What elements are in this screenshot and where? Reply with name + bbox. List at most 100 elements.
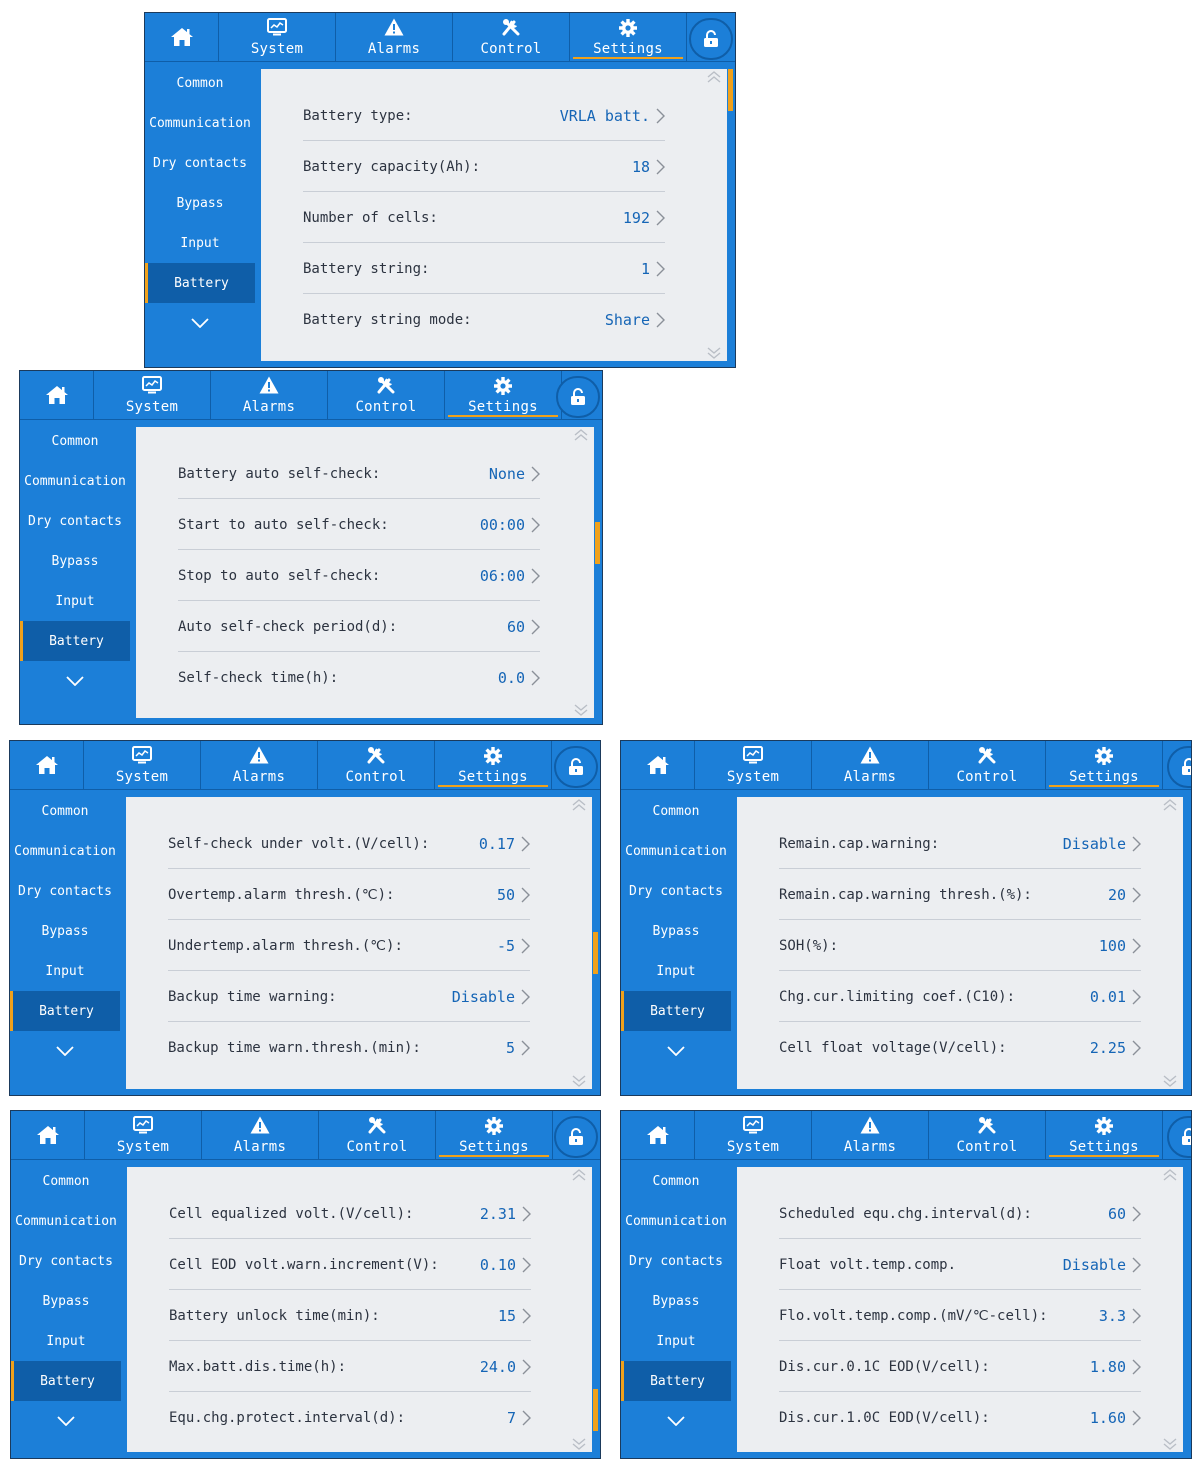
sidebar-item-common[interactable]: Common	[11, 1161, 121, 1201]
home-button[interactable]	[11, 1111, 85, 1159]
tab-settings[interactable]: Settings	[435, 741, 552, 789]
tab-system[interactable]: System	[695, 741, 812, 789]
tab-settings[interactable]: Settings	[1046, 1111, 1163, 1159]
settings-row[interactable]: Auto self-check period(d): 60	[178, 602, 540, 652]
settings-row[interactable]: Float volt.temp.comp. Disable	[779, 1240, 1141, 1290]
sidebar-item-bypass[interactable]: Bypass	[20, 541, 130, 581]
tab-control[interactable]: Control	[318, 741, 435, 789]
scrollbar-thumb[interactable]	[593, 1389, 598, 1431]
sidebar-item-common[interactable]: Common	[10, 791, 120, 831]
sidebar-item-bypass[interactable]: Bypass	[10, 911, 120, 951]
sidebar-item-common[interactable]: Common	[621, 791, 731, 831]
sidebar-item-dry-contacts[interactable]: Dry contacts	[20, 501, 130, 541]
double-chevron-down-icon[interactable]	[572, 1075, 586, 1087]
tab-system[interactable]: System	[94, 371, 211, 419]
settings-row[interactable]: Flo.volt.temp.comp.(mV/℃-cell): 3.3	[779, 1291, 1141, 1341]
sidebar-item-battery[interactable]: Battery	[20, 621, 130, 661]
sidebar-item-communication[interactable]: Communication	[10, 831, 120, 871]
double-chevron-down-icon[interactable]	[572, 1438, 586, 1450]
sidebar-item-dry-contacts[interactable]: Dry contacts	[145, 143, 255, 183]
tab-system[interactable]: System	[85, 1111, 202, 1159]
sidebar-scroll-down-button[interactable]	[20, 661, 130, 701]
tab-alarms[interactable]: Alarms	[812, 741, 929, 789]
sidebar-item-common[interactable]: Common	[145, 63, 255, 103]
settings-row[interactable]: Self-check time(h): 0.0	[178, 653, 540, 703]
settings-row[interactable]: Battery capacity(Ah): 18	[303, 142, 665, 192]
sidebar-item-input[interactable]: Input	[10, 951, 120, 991]
sidebar-item-dry-contacts[interactable]: Dry contacts	[621, 871, 731, 911]
lock-button[interactable]	[554, 1116, 598, 1158]
sidebar-item-bypass[interactable]: Bypass	[145, 183, 255, 223]
sidebar-item-battery[interactable]: Battery	[145, 263, 255, 303]
settings-row[interactable]: Battery string: 1	[303, 244, 665, 294]
settings-row[interactable]: Cell float voltage(V/cell): 2.25	[779, 1023, 1141, 1073]
sidebar-scroll-down-button[interactable]	[145, 303, 255, 343]
lock-button[interactable]	[689, 18, 733, 60]
tab-settings[interactable]: Settings	[1046, 741, 1163, 789]
home-button[interactable]	[10, 741, 84, 789]
double-chevron-up-icon[interactable]	[1163, 799, 1177, 811]
sidebar-scroll-down-button[interactable]	[11, 1401, 121, 1441]
settings-row[interactable]: Max.batt.dis.time(h): 24.0	[169, 1342, 531, 1392]
settings-row[interactable]: Cell EOD volt.warn.increment(V): 0.10	[169, 1240, 531, 1290]
double-chevron-down-icon[interactable]	[707, 347, 721, 359]
settings-row[interactable]: Stop to auto self-check: 06:00	[178, 551, 540, 601]
settings-row[interactable]: Backup time warn.thresh.(min): 5	[168, 1023, 530, 1073]
home-button[interactable]	[621, 741, 695, 789]
tab-alarms[interactable]: Alarms	[201, 741, 318, 789]
sidebar-item-battery[interactable]: Battery	[11, 1361, 121, 1401]
double-chevron-down-icon[interactable]	[1163, 1075, 1177, 1087]
settings-row[interactable]: Scheduled equ.chg.interval(d): 60	[779, 1189, 1141, 1239]
sidebar-item-dry-contacts[interactable]: Dry contacts	[621, 1241, 731, 1281]
settings-row[interactable]: Number of cells: 192	[303, 193, 665, 243]
settings-row[interactable]: Battery string mode: Share	[303, 295, 665, 345]
sidebar-item-input[interactable]: Input	[621, 951, 731, 991]
settings-row[interactable]: Battery unlock time(min): 15	[169, 1291, 531, 1341]
sidebar-item-dry-contacts[interactable]: Dry contacts	[10, 871, 120, 911]
double-chevron-up-icon[interactable]	[707, 71, 721, 83]
settings-row[interactable]: Chg.cur.limiting coef.(C10): 0.01	[779, 972, 1141, 1022]
sidebar-item-bypass[interactable]: Bypass	[621, 911, 731, 951]
tab-alarms[interactable]: Alarms	[812, 1111, 929, 1159]
tab-settings[interactable]: Settings	[445, 371, 562, 419]
sidebar-item-input[interactable]: Input	[11, 1321, 121, 1361]
scrollbar-thumb[interactable]	[593, 932, 598, 974]
tab-system[interactable]: System	[84, 741, 201, 789]
settings-row[interactable]: Remain.cap.warning thresh.(%): 20	[779, 870, 1141, 920]
double-chevron-up-icon[interactable]	[1163, 1169, 1177, 1181]
home-button[interactable]	[20, 371, 94, 419]
settings-row[interactable]: Overtemp.alarm thresh.(℃): 50	[168, 870, 530, 920]
lock-button[interactable]	[1167, 1116, 1191, 1158]
tab-control[interactable]: Control	[319, 1111, 436, 1159]
sidebar-item-battery[interactable]: Battery	[10, 991, 120, 1031]
scrollbar-thumb[interactable]	[728, 69, 733, 111]
sidebar-item-common[interactable]: Common	[20, 421, 130, 461]
sidebar-item-bypass[interactable]: Bypass	[621, 1281, 731, 1321]
double-chevron-down-icon[interactable]	[1163, 1438, 1177, 1450]
tab-control[interactable]: Control	[929, 1111, 1046, 1159]
sidebar-item-dry-contacts[interactable]: Dry contacts	[11, 1241, 121, 1281]
settings-row[interactable]: Self-check under volt.(V/cell): 0.17	[168, 819, 530, 869]
sidebar-item-communication[interactable]: Communication	[621, 1201, 731, 1241]
tab-control[interactable]: Control	[328, 371, 445, 419]
double-chevron-up-icon[interactable]	[574, 429, 588, 441]
settings-row[interactable]: Equ.chg.protect.interval(d): 7	[169, 1393, 531, 1443]
sidebar-item-bypass[interactable]: Bypass	[11, 1281, 121, 1321]
settings-row[interactable]: Start to auto self-check: 00:00	[178, 500, 540, 550]
sidebar-item-communication[interactable]: Communication	[621, 831, 731, 871]
sidebar-item-input[interactable]: Input	[145, 223, 255, 263]
sidebar-item-battery[interactable]: Battery	[621, 991, 731, 1031]
tab-system[interactable]: System	[695, 1111, 812, 1159]
settings-row[interactable]: Dis.cur.0.1C EOD(V/cell): 1.80	[779, 1342, 1141, 1392]
double-chevron-up-icon[interactable]	[572, 1169, 586, 1181]
sidebar-scroll-down-button[interactable]	[621, 1401, 731, 1441]
settings-row[interactable]: Remain.cap.warning: Disable	[779, 819, 1141, 869]
sidebar-scroll-down-button[interactable]	[621, 1031, 731, 1071]
settings-row[interactable]: Cell equalized volt.(V/cell): 2.31	[169, 1189, 531, 1239]
settings-row[interactable]: Battery auto self-check: None	[178, 449, 540, 499]
tab-system[interactable]: System	[219, 13, 336, 61]
home-button[interactable]	[621, 1111, 695, 1159]
sidebar-item-input[interactable]: Input	[20, 581, 130, 621]
sidebar-scroll-down-button[interactable]	[10, 1031, 120, 1071]
tab-alarms[interactable]: Alarms	[211, 371, 328, 419]
